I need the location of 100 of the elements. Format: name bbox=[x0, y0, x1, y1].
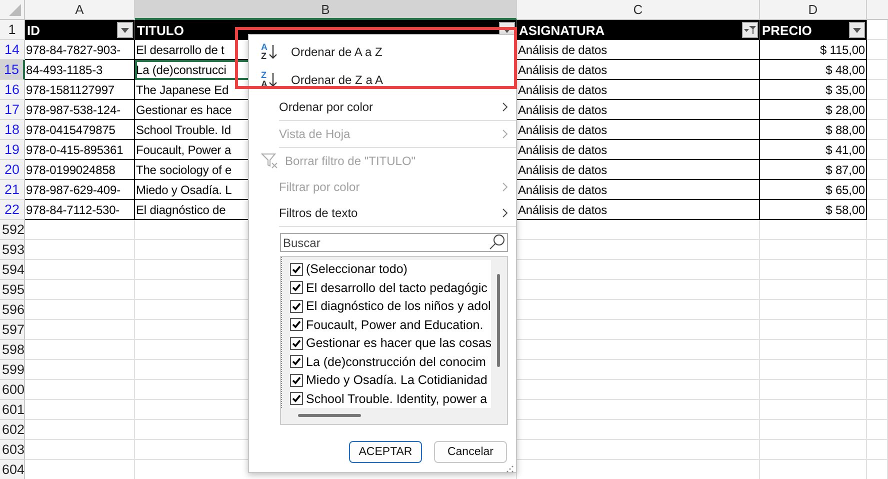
row-header[interactable]: 14 bbox=[0, 40, 25, 60]
row-header[interactable]: 600 bbox=[0, 380, 25, 400]
header-label: ASIGNATURA bbox=[519, 22, 605, 38]
table-cell: Análisis de datos bbox=[517, 140, 760, 160]
row-header[interactable]: 601 bbox=[0, 400, 25, 420]
empty-cell bbox=[867, 120, 888, 140]
checkbox[interactable] bbox=[290, 392, 303, 406]
chevron-right-icon bbox=[502, 182, 508, 192]
checkbox[interactable] bbox=[290, 374, 303, 387]
table-cell: 978-1581127997 bbox=[25, 80, 135, 100]
caret-icon bbox=[121, 28, 129, 32]
empty-cell bbox=[867, 180, 888, 200]
row-header[interactable]: 595 bbox=[0, 280, 25, 300]
checkbox[interactable] bbox=[290, 318, 303, 332]
chevron-right-icon bbox=[502, 102, 508, 112]
checkbox-item[interactable]: La (de)construcción del conocim bbox=[290, 352, 491, 371]
table-cell: Análisis de datos bbox=[517, 160, 760, 180]
table-cell: 978-0415479875 bbox=[25, 120, 135, 140]
checkbox[interactable] bbox=[290, 262, 303, 276]
table-cell: $ 28,00 bbox=[760, 100, 867, 120]
scrollbar-thumb[interactable] bbox=[298, 414, 361, 417]
table-cell: Análisis de datos bbox=[517, 180, 760, 200]
checkbox[interactable] bbox=[290, 281, 303, 294]
row-header[interactable]: 1 bbox=[0, 20, 25, 40]
header-label: PRECIO bbox=[762, 22, 812, 38]
table-cell: 978-987-538-124- bbox=[25, 100, 135, 120]
checkbox-item[interactable]: Miedo y Osadía. La Cotidianidad bbox=[290, 371, 491, 390]
empty-cell bbox=[867, 80, 888, 100]
table-cell: Análisis de datos bbox=[517, 80, 760, 100]
checkbox-item[interactable]: El desarrollo del tacto pedagógic bbox=[290, 278, 491, 297]
empty-cell bbox=[867, 260, 888, 280]
column-header[interactable]: B bbox=[135, 0, 517, 20]
chevron-right-icon bbox=[502, 129, 508, 139]
row-header[interactable]: 19 bbox=[0, 140, 25, 160]
empty-cell bbox=[867, 360, 888, 380]
checkbox[interactable] bbox=[290, 355, 303, 368]
table-cell: $ 48,00 bbox=[760, 60, 867, 80]
row-header[interactable]: 18 bbox=[0, 120, 25, 140]
row-header[interactable]: 16 bbox=[0, 80, 25, 100]
checkbox[interactable] bbox=[290, 300, 303, 313]
search-field[interactable]: Buscar bbox=[280, 233, 508, 252]
empty-cell bbox=[867, 40, 888, 60]
empty-cell bbox=[867, 160, 888, 180]
checkbox-item[interactable]: School Trouble. Identity, power a bbox=[290, 390, 491, 408]
empty-cell bbox=[867, 320, 888, 340]
empty-cell bbox=[867, 380, 888, 400]
empty-cell bbox=[867, 220, 888, 240]
header-label: TITULO bbox=[137, 22, 184, 38]
row-header[interactable]: 599 bbox=[0, 360, 25, 380]
table-cell: $ 88,00 bbox=[760, 120, 867, 140]
empty-cell bbox=[867, 200, 888, 220]
table-cell: $ 41,00 bbox=[760, 140, 867, 160]
row-header[interactable]: 597 bbox=[0, 320, 25, 340]
row-header[interactable]: 15 bbox=[0, 60, 25, 80]
scrollbar-thumb[interactable] bbox=[497, 274, 500, 367]
empty-cell bbox=[867, 400, 888, 420]
row-header[interactable]: 604 bbox=[0, 460, 25, 479]
table-cell: $ 115,00 bbox=[760, 40, 867, 60]
table-cell: Análisis de datos bbox=[517, 100, 760, 120]
filter-dropdown-button[interactable] bbox=[849, 22, 865, 38]
filter-dropdown-button[interactable] bbox=[117, 22, 133, 38]
table-cell: Análisis de datos bbox=[517, 120, 760, 140]
checkbox-item[interactable]: Foucault, Power and Education. bbox=[290, 316, 491, 334]
checkbox-item[interactable]: (Seleccionar todo) bbox=[290, 260, 491, 278]
row-header[interactable]: 22 bbox=[0, 200, 25, 220]
empty-cell bbox=[867, 420, 888, 440]
row-header[interactable]: 20 bbox=[0, 160, 25, 180]
empty-cell bbox=[867, 280, 888, 300]
empty-cell bbox=[867, 240, 888, 260]
checkbox-item[interactable]: El diagnóstico de los niños y adol bbox=[290, 297, 491, 316]
row-header[interactable]: 592 bbox=[0, 220, 25, 240]
row-header[interactable]: 598 bbox=[0, 340, 25, 360]
column-header[interactable]: D bbox=[760, 0, 867, 20]
row-header[interactable]: 17 bbox=[0, 100, 25, 120]
row-header[interactable]: 603 bbox=[0, 440, 25, 460]
ok-button[interactable]: ACEPTAR bbox=[349, 441, 422, 463]
funnel-icon bbox=[744, 26, 756, 34]
table-cell: $ 65,00 bbox=[760, 180, 867, 200]
table-cell: $ 35,00 bbox=[760, 80, 867, 100]
row-header[interactable]: 593 bbox=[0, 240, 25, 260]
column-header[interactable]: A bbox=[25, 0, 135, 20]
checkbox[interactable] bbox=[290, 336, 303, 350]
cancel-button[interactable]: Cancelar bbox=[434, 441, 507, 463]
empty-cell bbox=[867, 340, 888, 360]
search-icon bbox=[489, 234, 505, 250]
table-cell: 978-0199024858 bbox=[25, 160, 135, 180]
clear-filter-icon bbox=[261, 153, 279, 169]
filter-active-button[interactable] bbox=[742, 22, 758, 38]
row-header[interactable]: 602 bbox=[0, 420, 25, 440]
row-header[interactable]: 594 bbox=[0, 260, 25, 280]
table-cell: 978-0-415-895361 bbox=[25, 140, 135, 160]
checkbox-item[interactable]: Gestionar es hacer que las cosas bbox=[290, 334, 491, 352]
header-filler bbox=[867, 0, 888, 20]
column-header[interactable]: C bbox=[517, 0, 760, 20]
empty-cell bbox=[867, 300, 888, 320]
table-cell: $ 87,00 bbox=[760, 160, 867, 180]
row-header[interactable]: 21 bbox=[0, 180, 25, 200]
chevron-right-icon bbox=[502, 208, 508, 218]
empty-cell bbox=[867, 60, 888, 80]
row-header[interactable]: 596 bbox=[0, 300, 25, 320]
